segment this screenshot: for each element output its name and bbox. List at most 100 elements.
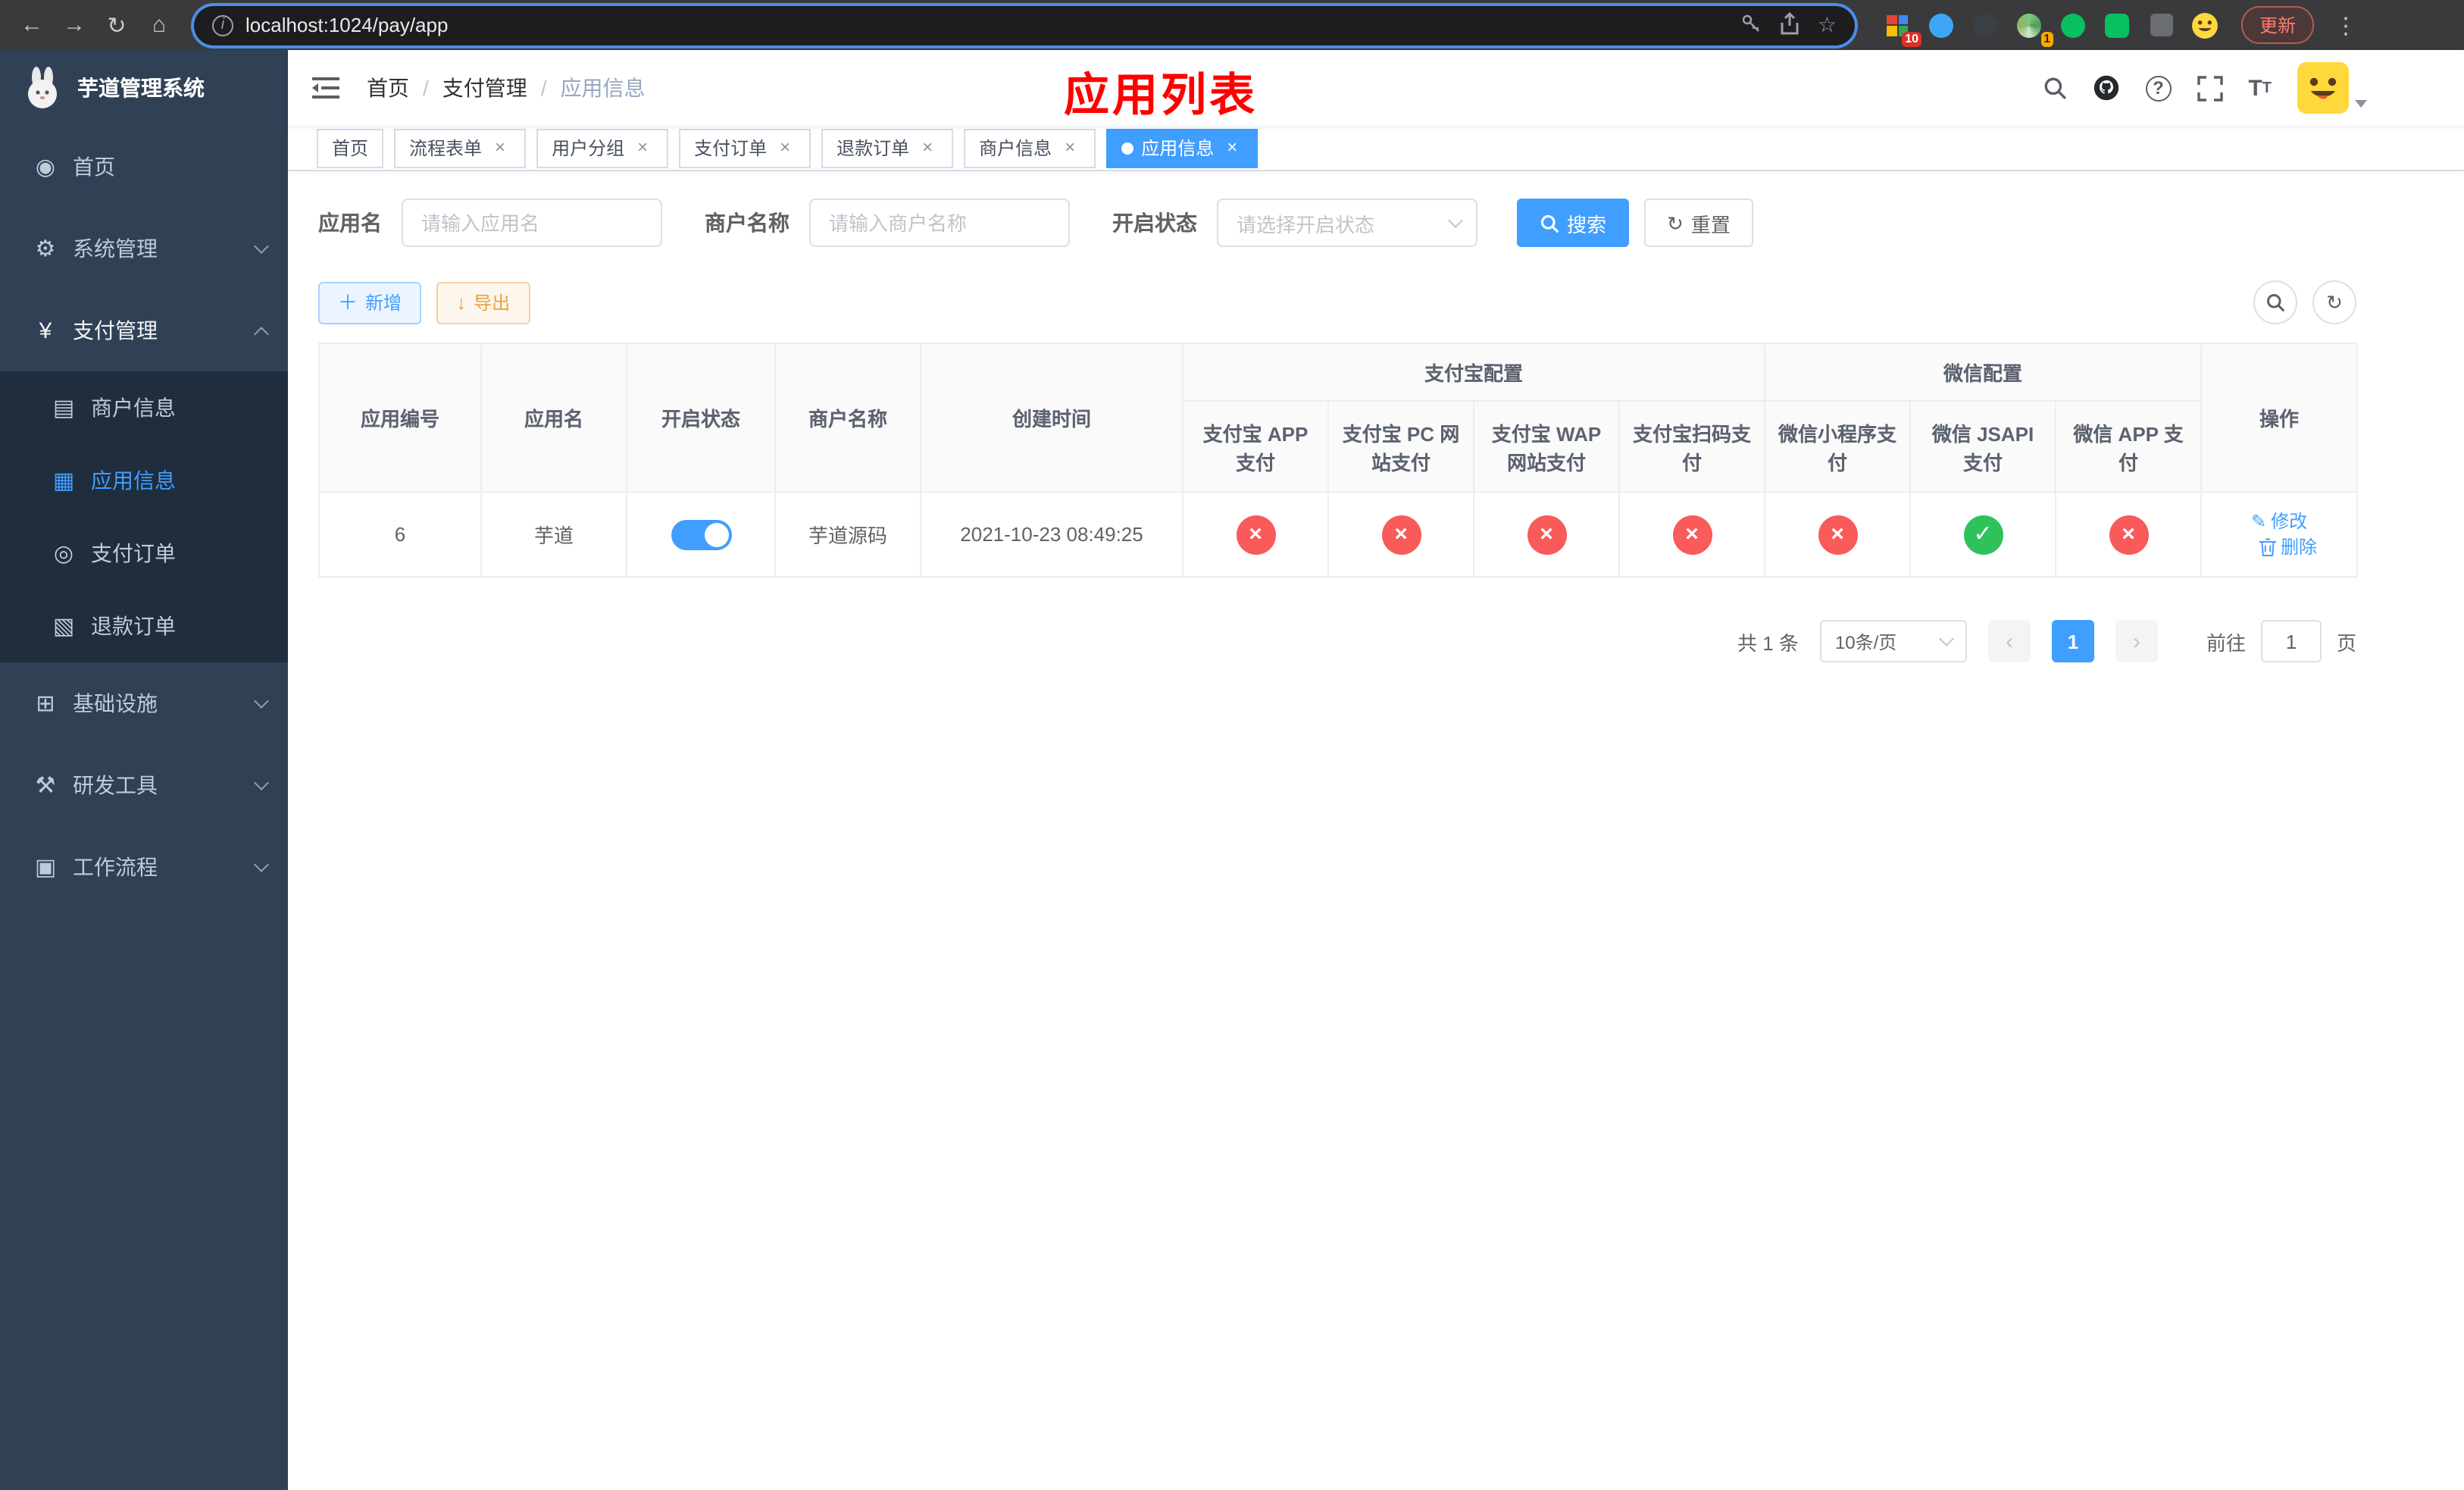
tab-merchant-info[interactable]: 商户信息 × xyxy=(964,128,1096,167)
sidebar-item-workflow[interactable]: ▣ 工作流程 xyxy=(0,826,288,908)
tab-refund-order[interactable]: 退款订单 × xyxy=(821,128,954,167)
tab-home[interactable]: 首页 xyxy=(317,128,384,167)
col-header-status: 开启状态 xyxy=(626,343,776,493)
extension-smiley-icon[interactable] xyxy=(2190,10,2220,40)
sidebar-item-home[interactable]: ◉ 首页 xyxy=(0,126,288,208)
tags-view: 首页 流程表单 × 用户分组 × 支付订单 × 退款订单 × 商户信息 × 应用… xyxy=(288,126,2464,171)
col-header-name: 应用名 xyxy=(480,343,627,493)
chevron-down-icon xyxy=(254,238,269,253)
close-icon[interactable]: × xyxy=(917,136,938,158)
reload-icon[interactable]: ↻ xyxy=(97,11,136,39)
sidebar-item-devtools[interactable]: ⚒ 研发工具 xyxy=(0,744,288,826)
extension-dark-icon[interactable] xyxy=(1970,10,2000,40)
sidebar-item-label: 首页 xyxy=(73,155,115,179)
page-size-value: 10条/页 xyxy=(1834,631,1897,653)
search-icon xyxy=(2266,293,2285,312)
breadcrumb-separator: / xyxy=(423,76,429,100)
add-button[interactable]: ＋ 新增 xyxy=(318,281,422,324)
status-toggle[interactable] xyxy=(671,519,731,549)
app-name-input[interactable] xyxy=(402,199,662,247)
sidebar: 芋道管理系统 ◉ 首页 ⚙ 系统管理 ¥ 支付管理 ▤ 商户信息 ▦ 应用信息 … xyxy=(0,50,288,1490)
user-avatar[interactable] xyxy=(2297,62,2367,114)
gear-icon: ⚙ xyxy=(35,236,56,262)
help-icon[interactable]: ? xyxy=(2145,75,2172,101)
address-bar[interactable]: i localhost:1024/pay/app ☆ xyxy=(194,5,1855,45)
close-icon[interactable]: × xyxy=(774,136,796,158)
alipay-qr-status-badge: × xyxy=(1672,515,1712,554)
page-size-select[interactable]: 10条/页 xyxy=(1819,620,1967,662)
close-icon[interactable]: × xyxy=(1059,136,1080,158)
refresh-table-button[interactable]: ↻ xyxy=(2312,280,2356,324)
site-info-icon[interactable]: i xyxy=(212,14,233,36)
status-select[interactable]: 请选择开启状态 xyxy=(1217,199,1477,247)
export-button[interactable]: ↓ 导出 xyxy=(436,281,530,324)
chevron-down-icon xyxy=(1448,213,1463,228)
extension-drop-icon[interactable] xyxy=(1926,10,1956,40)
toggle-search-button[interactable] xyxy=(2253,280,2297,324)
extension-badge: 10 xyxy=(1902,31,1921,46)
cell-status xyxy=(626,491,776,578)
home-icon[interactable]: ⌂ xyxy=(139,12,179,38)
extension-puzzle-icon[interactable] xyxy=(2146,10,2176,40)
col-header-alipay-wap: 支付宝 WAP 网站支付 xyxy=(1473,400,1620,493)
sidebar-item-refund-order[interactable]: ▧ 退款订单 xyxy=(0,590,288,662)
sidebar-item-label: 研发工具 xyxy=(73,773,158,797)
sidebar-item-app-info[interactable]: ▦ 应用信息 xyxy=(0,444,288,517)
reset-button-label: 重置 xyxy=(1690,213,1731,236)
search-button[interactable]: 搜索 xyxy=(1517,199,1630,247)
pagination: 共 1 条 10条/页 ‹ 1 › 前往 页 xyxy=(318,620,2356,662)
font-size-icon[interactable]: TT xyxy=(2248,75,2272,101)
sidebar-collapse-icon[interactable] xyxy=(312,76,339,100)
sidebar-item-infrastructure[interactable]: ⊞ 基础设施 xyxy=(0,662,288,744)
page-number-current[interactable]: 1 xyxy=(2051,620,2094,662)
sidebar-item-pay-order[interactable]: ◎ 支付订单 xyxy=(0,517,288,590)
download-icon: ↓ xyxy=(456,291,467,314)
close-icon[interactable]: × xyxy=(489,136,511,158)
merchant-name-input[interactable] xyxy=(809,199,1070,247)
sidebar-item-payment[interactable]: ¥ 支付管理 xyxy=(0,290,288,371)
edit-link[interactable]: ✎ 修改 xyxy=(2251,509,2307,534)
edit-icon: ✎ xyxy=(2250,510,2267,532)
bookmark-star-icon[interactable]: ☆ xyxy=(1818,12,1837,38)
sidebar-item-system[interactable]: ⚙ 系统管理 xyxy=(0,208,288,290)
goto-page-input[interactable] xyxy=(2260,620,2322,662)
extension-avatar-icon[interactable]: 1 xyxy=(2014,10,2053,46)
extension-badge: 1 xyxy=(2040,31,2053,46)
reset-button[interactable]: ↻ 重置 xyxy=(1644,199,1753,247)
github-icon[interactable] xyxy=(2092,74,2119,102)
plus-icon: ＋ xyxy=(338,291,358,314)
col-header-wx-jsapi: 微信 JSAPI 支付 xyxy=(1909,400,2057,493)
back-icon[interactable]: ← xyxy=(12,12,52,38)
sidebar-item-merchant-info[interactable]: ▤ 商户信息 xyxy=(0,371,288,444)
close-icon[interactable]: × xyxy=(632,136,653,158)
filter-label-merchant: 商户名称 xyxy=(705,211,790,235)
caret-down-icon xyxy=(2355,100,2367,108)
prev-page-button[interactable]: ‹ xyxy=(1987,620,2031,662)
col-header-alipay-app: 支付宝 APP 支付 xyxy=(1182,400,1329,493)
browser-menu-icon[interactable]: ⋮ xyxy=(2326,11,2366,39)
delete-link[interactable]: 删除 xyxy=(2259,534,2317,560)
password-key-icon[interactable] xyxy=(1740,11,1763,39)
breadcrumb-current: 应用信息 xyxy=(560,76,646,100)
extension-grid-icon[interactable]: 10 xyxy=(1882,10,1921,46)
extension-green-square-icon[interactable] xyxy=(2102,10,2132,40)
table-row: 6 芋道 芋道源码 2021-10-23 08:49:25 × × × × × … xyxy=(318,491,2359,578)
share-icon[interactable] xyxy=(1780,11,1801,39)
extension-wechat-devtools-icon[interactable] xyxy=(2058,10,2088,40)
breadcrumb-home[interactable]: 首页 xyxy=(367,73,409,103)
close-icon[interactable]: × xyxy=(1221,136,1243,158)
next-page-button[interactable]: › xyxy=(2115,620,2158,662)
tab-user-group[interactable]: 用户分组 × xyxy=(536,128,669,167)
tab-app-info[interactable]: 应用信息 × xyxy=(1106,128,1259,167)
fullscreen-icon[interactable] xyxy=(2197,75,2223,101)
browser-update-button[interactable]: 更新 xyxy=(2241,6,2315,44)
search-icon[interactable] xyxy=(2042,76,2066,100)
tab-process-form[interactable]: 流程表单 × xyxy=(394,128,527,167)
wx-lite-status-badge: × xyxy=(1818,515,1858,554)
breadcrumb-payment[interactable]: 支付管理 xyxy=(442,73,527,103)
app-logo[interactable]: 芋道管理系统 xyxy=(0,50,288,126)
col-header-merchant: 商户名称 xyxy=(774,343,921,493)
forward-icon[interactable]: → xyxy=(55,12,94,38)
trash-icon xyxy=(2259,538,2277,556)
tab-pay-order[interactable]: 支付订单 × xyxy=(679,128,811,167)
